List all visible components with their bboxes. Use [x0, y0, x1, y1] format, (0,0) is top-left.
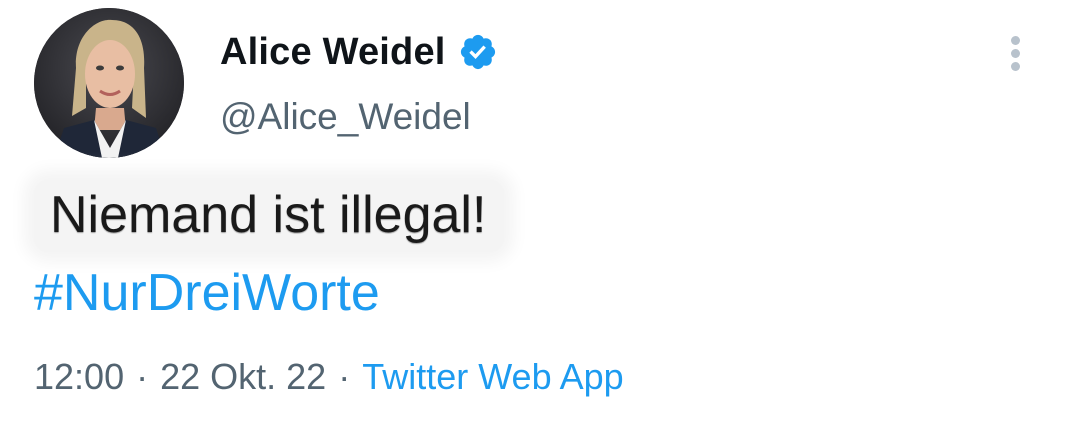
tweet-source-link[interactable]: Twitter Web App [362, 356, 623, 398]
more-dot [1011, 62, 1020, 71]
tweet-time[interactable]: 12:00 [34, 356, 124, 398]
more-dot [1011, 36, 1020, 45]
author-handle[interactable]: @Alice_Weidel [220, 96, 471, 138]
verified-badge-icon [458, 32, 498, 72]
tweet-text: Niemand ist illegal! [34, 180, 505, 252]
tweet-date[interactable]: 22 Okt. 22 [160, 356, 326, 398]
tweet-card: Alice Weidel @Alice_Weidel Niemand ist i… [0, 0, 1072, 426]
avatar[interactable] [34, 8, 184, 158]
more-dot [1011, 49, 1020, 58]
display-name[interactable]: Alice Weidel [220, 31, 446, 74]
tweet-metadata: 12:00 · 22 Okt. 22 · Twitter Web App [34, 356, 624, 398]
meta-separator: · [338, 356, 351, 397]
meta-separator: · [136, 356, 149, 397]
profile-photo-icon [34, 8, 184, 158]
more-options-icon[interactable] [996, 30, 1036, 76]
hashtag-link[interactable]: #NurDreiWorte [34, 262, 380, 324]
author-name-row: Alice Weidel [220, 24, 498, 80]
